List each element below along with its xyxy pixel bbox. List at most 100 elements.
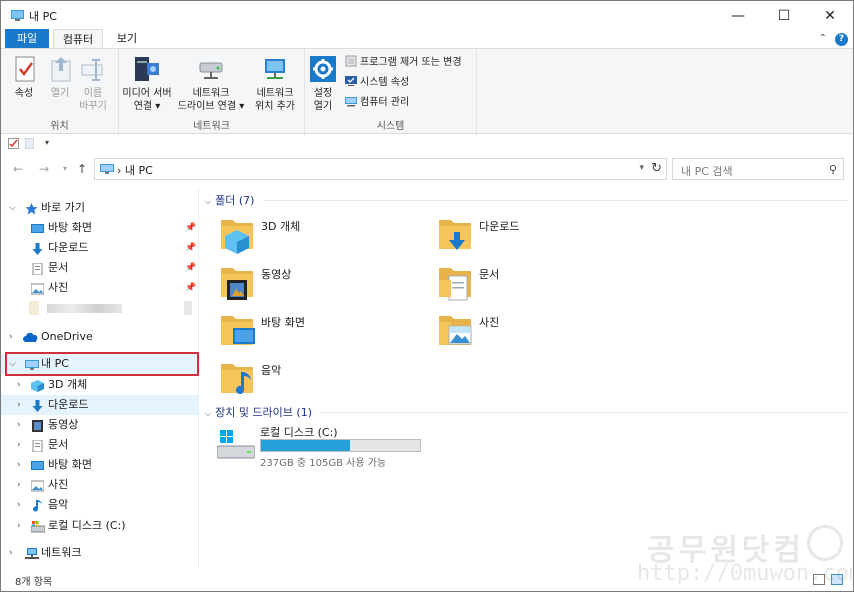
nav-pc-pictures[interactable]: › 사진	[1, 475, 199, 495]
folder-downloads[interactable]: 다운로드	[419, 214, 629, 258]
open-settings-button[interactable]: 설정 열기	[307, 53, 339, 113]
folder-documents[interactable]: 문서	[419, 262, 629, 306]
nav-network[interactable]: › 네트워크	[1, 543, 199, 563]
search-input[interactable]: 내 PC 검색	[681, 163, 733, 179]
media-server-icon	[131, 53, 163, 85]
folder-3d-objects[interactable]: 3D 개체	[201, 214, 411, 258]
chevron-right-icon[interactable]: ›	[17, 415, 21, 435]
chevron-down-icon[interactable]: ⌵	[9, 198, 16, 218]
chevron-right-icon[interactable]: ›	[17, 375, 21, 395]
pin-icon[interactable]: 📌	[185, 238, 196, 258]
chevron-right-icon[interactable]: ›	[17, 435, 21, 455]
nav-pc-videos[interactable]: › 동영상	[1, 415, 199, 435]
nav-onedrive[interactable]: › OneDrive	[1, 327, 199, 347]
pin-icon[interactable]: 📌	[185, 218, 196, 238]
nav-pc-local-disk[interactable]: › 로컬 디스크 (C:)	[1, 516, 199, 536]
section-divider	[319, 412, 849, 413]
3d-objects-icon	[31, 379, 44, 392]
system-properties-icon	[345, 76, 357, 86]
media-server-button[interactable]: 미디어 서버 연결 ▾	[119, 53, 175, 113]
chevron-right-icon[interactable]: ›	[17, 395, 21, 415]
download-arrow-icon	[31, 242, 44, 255]
open-button[interactable]: 열기	[45, 53, 75, 100]
chevron-right-icon[interactable]: ›	[9, 543, 13, 563]
recent-locations-icon[interactable]: ▾	[63, 164, 67, 173]
breadcrumb-this-pc[interactable]: 내 PC	[125, 164, 153, 177]
chevron-right-icon[interactable]: ›	[17, 495, 21, 515]
nav-quick-desktop[interactable]: 바탕 화면 📌	[1, 218, 199, 238]
drive-usage-fill	[261, 440, 350, 451]
add-network-location-button[interactable]: 네트워크 위치 추가	[249, 53, 301, 113]
forward-arrow-icon[interactable]: →	[39, 162, 49, 176]
collapse-ribbon-icon[interactable]: ⌃	[819, 33, 827, 44]
nav-pc-music[interactable]: › 음악	[1, 495, 199, 515]
tab-computer[interactable]: 컴퓨터	[53, 29, 103, 49]
drive-usage-bar	[260, 439, 421, 452]
documents-folder-icon	[439, 268, 471, 301]
folder-videos[interactable]: 동영상	[201, 262, 411, 306]
properties-button[interactable]: 속성	[9, 53, 39, 100]
item-count: 8개 항목	[15, 577, 53, 588]
chevron-down-icon: ⌵	[205, 197, 212, 206]
search-box[interactable]: 내 PC 검색 ⚲	[672, 158, 844, 180]
computer-management-button[interactable]: 컴퓨터 관리	[345, 95, 409, 111]
chevron-right-icon[interactable]: ›	[17, 455, 21, 475]
address-dropdown-icon[interactable]: ▾	[639, 163, 644, 173]
desktop-icon	[31, 459, 44, 471]
system-properties-button[interactable]: 시스템 속성	[345, 75, 409, 91]
computer-management-icon	[345, 97, 357, 107]
nav-quick-downloads[interactable]: 다운로드 📌	[1, 238, 199, 258]
nav-pc-documents[interactable]: › 문서	[1, 435, 199, 455]
minimize-button[interactable]: —	[715, 1, 761, 31]
nav-quick-pictures[interactable]: 사진 📌	[1, 278, 199, 298]
new-folder-small-icon[interactable]	[25, 138, 34, 149]
help-icon[interactable]: ?	[835, 33, 848, 46]
folder-pictures[interactable]: 사진	[419, 310, 629, 354]
nav-pc-downloads[interactable]: › 다운로드	[1, 395, 199, 415]
maximize-button[interactable]: ☐	[761, 1, 807, 31]
pictures-icon	[30, 282, 45, 295]
rename-button[interactable]: 이름 바꾸기	[77, 53, 109, 113]
rename-icon	[77, 53, 109, 85]
download-arrow-icon	[31, 399, 44, 412]
close-button[interactable]: ✕	[807, 1, 853, 31]
folder-music[interactable]: 음악	[201, 358, 411, 402]
folder-desktop[interactable]: 바탕 화면	[201, 310, 411, 354]
chevron-right-icon[interactable]: ›	[17, 475, 21, 495]
folders-header[interactable]: ⌵ 폴더 (7)	[205, 192, 254, 208]
chevron-right-icon[interactable]: ›	[9, 327, 13, 347]
map-network-drive-button[interactable]: 네트워크 드라이브 연결 ▾	[177, 53, 245, 113]
nav-pc-3d-objects[interactable]: › 3D 개체	[1, 375, 199, 395]
window-title: 내 PC	[29, 10, 57, 23]
content-pane: ⌵ 폴더 (7) 3D 개체 다운로드 동영상 문서 바탕 화면 사진 음악 ⌵…	[201, 188, 853, 568]
up-arrow-icon[interactable]: ↑	[77, 162, 87, 176]
breadcrumb-separator: ›	[117, 164, 122, 177]
pin-icon[interactable]: 📌	[185, 258, 196, 278]
open-icon	[45, 53, 77, 85]
tab-view[interactable]: 보기	[107, 29, 147, 49]
breadcrumb[interactable]: › 내 PC	[117, 162, 153, 178]
back-arrow-icon[interactable]: ←	[13, 162, 23, 176]
uninstall-program-button[interactable]: 프로그램 제거 또는 변경	[345, 55, 462, 71]
close-icon: ✕	[824, 8, 836, 24]
explorer-window: 내 PC — ☐ ✕ 파일 컴퓨터 보기 ⌃ ? 속성 열기 이름 바꾸기 위치…	[0, 0, 854, 592]
drives-header[interactable]: ⌵ 장치 및 드라이브 (1)	[205, 404, 312, 420]
search-icon: ⚲	[828, 163, 837, 176]
chevron-right-icon[interactable]: ›	[17, 516, 21, 536]
properties-icon	[9, 53, 41, 85]
tab-file[interactable]: 파일	[5, 29, 49, 49]
properties-small-icon[interactable]	[8, 138, 19, 149]
nav-quick-documents[interactable]: 문서 📌	[1, 258, 199, 278]
drive-local-disk-c[interactable]: 로컬 디스크 (C:) 237GB 중 105GB 사용 가능	[217, 424, 457, 469]
this-pc-icon	[11, 10, 24, 21]
pin-icon[interactable]: 📌	[185, 278, 196, 298]
downloads-folder-icon	[439, 220, 471, 250]
customize-toolbar-icon[interactable]: ▾	[45, 138, 49, 147]
pictures-icon	[30, 479, 45, 492]
local-disk-icon	[217, 430, 255, 459]
address-bar[interactable]: › 내 PC ▾ ↻	[94, 158, 667, 180]
refresh-icon[interactable]: ↻	[651, 161, 662, 176]
nav-quick-access[interactable]: ⌵ 바로 가기	[1, 198, 199, 218]
documents-icon	[31, 439, 44, 453]
nav-pc-desktop[interactable]: › 바탕 화면	[1, 455, 199, 475]
